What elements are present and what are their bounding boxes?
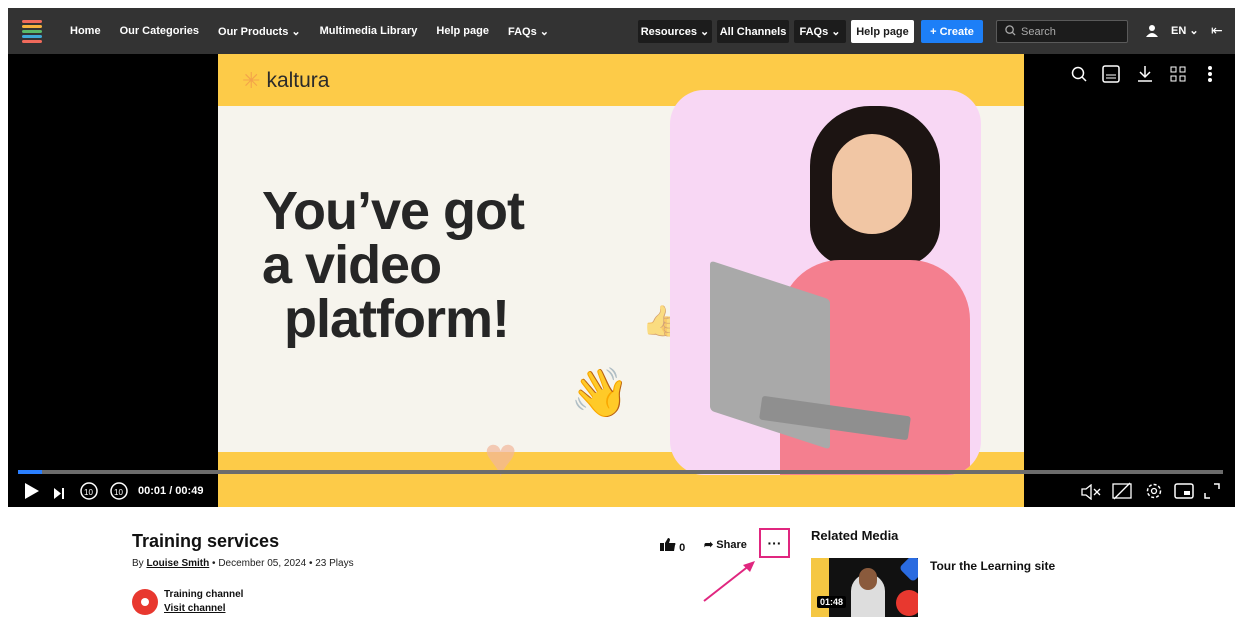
kaltura-slide-logo: ✳ kaltura — [242, 68, 329, 94]
share-button[interactable]: ➦ Share — [704, 538, 747, 551]
search-placeholder: Search — [1021, 25, 1056, 38]
language-selector[interactable]: EN ⌄ — [1171, 24, 1199, 37]
fullscreen-icon[interactable] — [1203, 482, 1221, 505]
slide-brand-text: kaltura — [266, 69, 330, 92]
headline-line-2: a video — [262, 235, 442, 295]
user-icon[interactable] — [1146, 24, 1158, 42]
grid-icon[interactable] — [1170, 66, 1186, 87]
nav-multimedia-library[interactable]: Multimedia Library — [320, 25, 418, 37]
media-date: December 05, 2024 — [218, 558, 307, 569]
nav-help-page[interactable]: Help page — [436, 25, 489, 37]
settings-icon[interactable] — [1144, 481, 1164, 506]
svg-text:10: 10 — [84, 488, 93, 497]
presenter-face — [832, 134, 912, 234]
waving-hand-emoji: 👋 — [570, 367, 630, 420]
related-item-thumbnail[interactable]: 01:48 — [811, 558, 918, 617]
rewind-10-icon[interactable]: 10 — [79, 481, 99, 506]
slide-headline: You’ve got a video platform! — [262, 181, 525, 349]
main-nav: Home Our Categories Our Products ⌄ Multi… — [70, 8, 568, 54]
heart-emoji: ♥ — [484, 425, 518, 488]
related-media-heading: Related Media — [811, 528, 899, 543]
author-link[interactable]: Louise Smith — [146, 558, 209, 569]
related-item-title[interactable]: Tour the Learning site — [930, 559, 1055, 573]
more-actions-button[interactable]: ··· — [759, 528, 790, 558]
download-icon[interactable] — [1136, 65, 1154, 88]
media-plays: 23 Plays — [315, 558, 354, 569]
media-meta: By Louise Smith • December 05, 2024 • 23… — [132, 558, 354, 569]
by-label: By — [132, 558, 144, 569]
kaltura-logo-icon: ✳ — [242, 68, 261, 93]
related-item-duration: 01:48 — [817, 596, 847, 608]
search-input[interactable]: Search — [996, 20, 1128, 43]
site-logo[interactable] — [22, 18, 42, 44]
captions-off-icon[interactable] — [1112, 482, 1132, 505]
time-display: 00:01 / 00:49 — [138, 485, 204, 497]
picture-in-picture-icon[interactable] — [1174, 483, 1194, 504]
like-count: 0 — [679, 542, 686, 554]
player-search-icon[interactable] — [1071, 66, 1087, 87]
visit-channel-link[interactable]: Visit channel — [164, 603, 226, 614]
top-navigation-bar: Home Our Categories Our Products ⌄ Multi… — [8, 8, 1235, 54]
svg-text:10: 10 — [114, 488, 123, 497]
nav-our-categories[interactable]: Our Categories — [120, 25, 199, 37]
like-button[interactable]: 0 — [660, 538, 685, 554]
forward-10-icon[interactable]: 10 — [109, 481, 129, 506]
thumbs-up-icon — [660, 538, 679, 554]
play-icon[interactable] — [24, 482, 40, 505]
seek-bar-progress — [18, 470, 43, 474]
resources-button[interactable]: Resources ⌄ — [638, 20, 712, 43]
mute-icon[interactable] — [1081, 483, 1101, 505]
next-icon[interactable] — [54, 486, 65, 504]
media-details: Training services By Louise Smith • Dece… — [0, 507, 1235, 617]
more-options-icon[interactable] — [1207, 65, 1213, 88]
faqs-button[interactable]: FAQs ⌄ — [794, 20, 846, 43]
logout-icon[interactable]: ⇤ — [1211, 22, 1223, 39]
share-label: Share — [716, 539, 747, 551]
create-button[interactable]: + Create — [921, 20, 983, 43]
video-player[interactable]: ✳ kaltura You’ve got a video platform! 👍… — [8, 54, 1235, 507]
headline-line-3: platform! — [284, 289, 510, 349]
help-page-button[interactable]: Help page — [851, 20, 914, 43]
channel-name: Training channel — [164, 589, 244, 600]
media-title: Training services — [132, 531, 280, 551]
channel-avatar[interactable] — [132, 589, 158, 615]
nav-home[interactable]: Home — [70, 25, 101, 37]
video-frame: ✳ kaltura You’ve got a video platform! 👍… — [218, 54, 1024, 507]
share-icon: ➦ — [704, 539, 714, 551]
nav-faqs[interactable]: FAQs ⌄ — [508, 25, 549, 38]
transcript-icon[interactable] — [1102, 65, 1120, 88]
headline-line-1: You’ve got — [262, 181, 525, 241]
annotation-arrow — [703, 561, 755, 602]
search-icon — [1005, 24, 1016, 39]
seek-bar[interactable] — [18, 470, 1223, 474]
presenter-photo — [670, 90, 981, 475]
all-channels-button[interactable]: All Channels — [717, 20, 789, 43]
nav-our-products[interactable]: Our Products ⌄ — [218, 25, 301, 38]
